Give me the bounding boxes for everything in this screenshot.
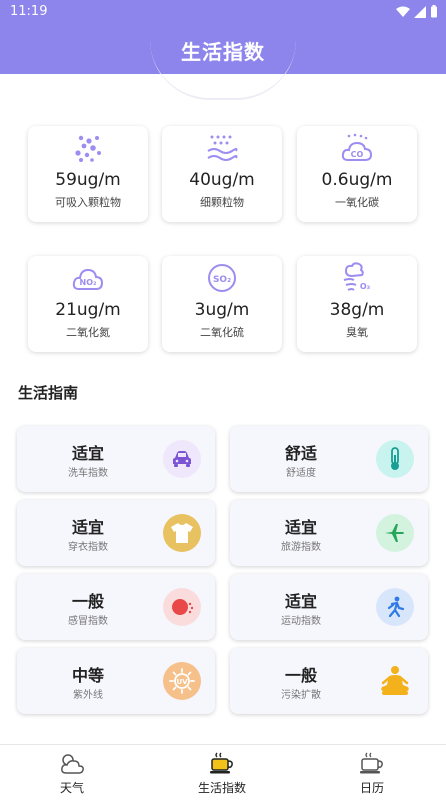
aq-value: 21ug/m <box>55 300 121 320</box>
sneeze-icon <box>163 588 201 626</box>
status-bar: 11:19 <box>0 0 446 24</box>
aq-card-pm10[interactable]: 59ug/m 可吸入颗粒物 <box>28 126 148 222</box>
nav-calendar[interactable]: 日历 <box>312 751 432 796</box>
guide-value: 中等 <box>71 666 104 685</box>
o3-wind-icon: O₃ <box>343 262 371 291</box>
coffee-cup-icon <box>210 752 233 774</box>
aq-card-o3[interactable]: O₃ 38g/m 臭氧 <box>297 256 417 352</box>
uv-sun-icon: UV <box>163 662 201 700</box>
status-time: 11:19 <box>10 4 48 19</box>
guide-pollution[interactable]: 一般 污染扩散 <box>230 648 428 714</box>
pm25-wave-icon <box>207 135 238 161</box>
signal-icon <box>414 5 426 18</box>
guide-dressing[interactable]: 适宜 穿衣指数 <box>17 500 215 566</box>
aq-label: 二氧化硫 <box>200 326 244 339</box>
guide-value: 适宜 <box>284 518 317 537</box>
guide-label: 旅游指数 <box>281 542 321 553</box>
guide-value: 适宜 <box>71 518 104 537</box>
no2-cloud-icon: NO₂ <box>72 268 104 290</box>
aq-card-co[interactable]: CO 0.6ug/m 一氧化碳 <box>297 126 417 222</box>
uv-icon-text: UV <box>176 678 188 686</box>
nav-weather[interactable]: 天气 <box>12 751 132 796</box>
guide-cold[interactable]: 一般 感冒指数 <box>17 574 215 640</box>
guide-label: 穿衣指数 <box>68 542 108 553</box>
nav-label: 生活指数 <box>197 781 246 795</box>
no2-icon-text: NO₂ <box>80 278 97 287</box>
aq-value: 40ug/m <box>189 170 255 190</box>
aq-label: 臭氧 <box>346 326 368 339</box>
guide-value: 适宜 <box>284 592 317 611</box>
aq-card-pm25[interactable]: 40ug/m 细颗粒物 <box>162 126 282 222</box>
guide-value: 一般 <box>71 592 104 611</box>
decorative-arc <box>150 40 296 100</box>
weather-cloud-icon <box>61 754 84 774</box>
running-icon <box>376 588 414 626</box>
guide-value: 适宜 <box>71 444 104 463</box>
guide-label: 感冒指数 <box>68 616 108 627</box>
so2-circle-icon: SO₂ <box>208 264 236 292</box>
airplane-icon <box>376 514 414 552</box>
tea-cup-icon <box>360 752 383 774</box>
section-title: 生活指南 <box>18 384 79 402</box>
status-icons <box>396 5 438 18</box>
aq-label: 二氧化氮 <box>66 326 110 339</box>
aq-card-no2[interactable]: NO₂ 21ug/m 二氧化氮 <box>28 256 148 352</box>
thermometer-icon <box>376 440 414 478</box>
aq-card-so2[interactable]: SO₂ 3ug/m 二氧化硫 <box>162 256 282 352</box>
aq-label: 可吸入颗粒物 <box>55 196 121 209</box>
guide-label: 紫外线 <box>73 690 103 701</box>
guide-travel[interactable]: 适宜 旅游指数 <box>230 500 428 566</box>
tshirt-icon <box>163 514 201 552</box>
nav-label: 日历 <box>359 781 384 795</box>
guide-value: 舒适 <box>284 444 317 463</box>
aq-label: 一氧化碳 <box>335 196 379 209</box>
aq-value: 38g/m <box>329 300 385 320</box>
co-cloud-icon: CO <box>341 133 373 161</box>
guide-value: 一般 <box>284 666 317 685</box>
guide-uv[interactable]: 中等 紫外线 UV <box>17 648 215 714</box>
nav-life-index[interactable]: 生活指数 <box>162 751 282 796</box>
guide-label: 污染扩散 <box>281 690 321 701</box>
guide-label: 舒适度 <box>286 468 316 479</box>
pm10-dots-icon <box>75 135 101 162</box>
battery-icon <box>431 5 437 18</box>
so2-icon-text: SO₂ <box>213 275 231 285</box>
o3-icon-text: O₃ <box>360 282 371 291</box>
aq-value: 3ug/m <box>194 300 250 320</box>
aq-value: 0.6ug/m <box>321 170 393 190</box>
guide-comfort[interactable]: 舒适 舒适度 <box>230 426 428 492</box>
co-icon-text: CO <box>351 150 364 159</box>
guide-sport[interactable]: 适宜 运动指数 <box>230 574 428 640</box>
aq-label: 细颗粒物 <box>200 196 244 209</box>
aq-value: 59ug/m <box>55 170 121 190</box>
guide-car-wash[interactable]: 适宜 洗车指数 <box>17 426 215 492</box>
car-icon <box>163 440 201 478</box>
bottom-nav: 天气 生活指数 日历 <box>0 744 446 800</box>
wifi-icon <box>396 6 410 17</box>
nav-label: 天气 <box>59 781 84 795</box>
guide-label: 运动指数 <box>281 616 321 627</box>
meditation-icon <box>376 662 414 700</box>
guide-label: 洗车指数 <box>68 468 108 479</box>
